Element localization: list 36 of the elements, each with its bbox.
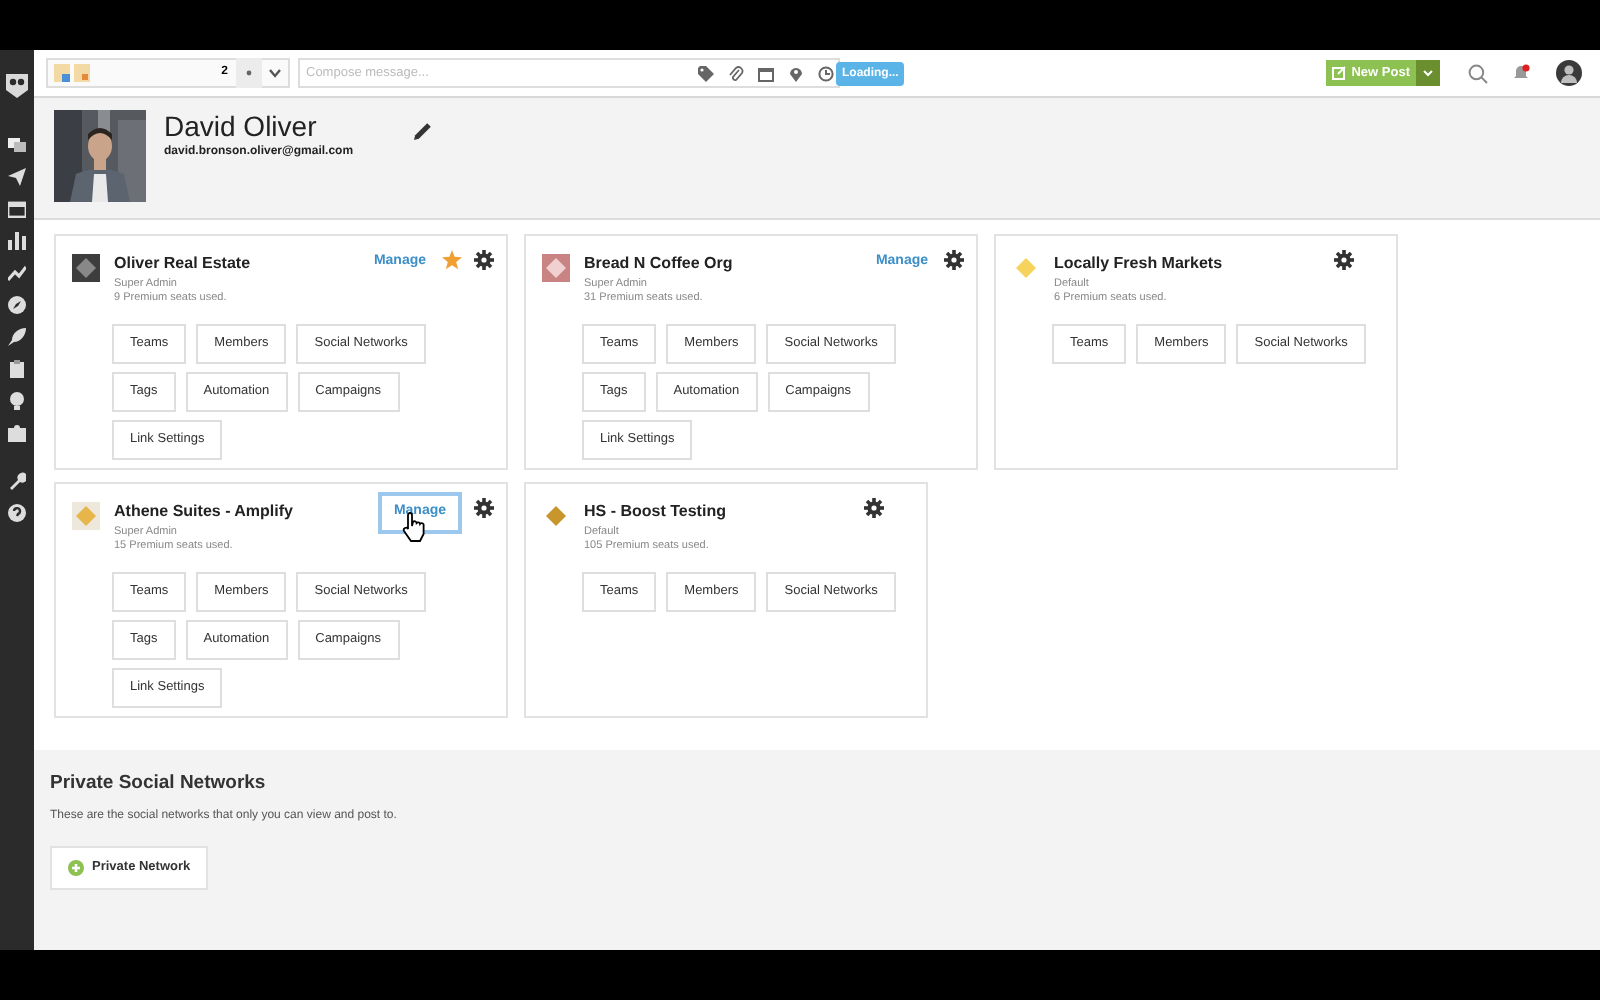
profile-avatars-icon (52, 62, 92, 84)
user-avatar-icon[interactable] (1556, 60, 1582, 86)
clipboard-icon[interactable] (8, 359, 26, 377)
bar-chart-icon[interactable] (8, 231, 26, 249)
organization-name: HS - Boost Testing (584, 500, 728, 522)
calendar-icon[interactable] (758, 65, 774, 81)
organization-name: Locally Fresh Markets (1054, 252, 1225, 274)
bulb-icon[interactable] (8, 391, 26, 409)
search-icon[interactable] (1468, 63, 1488, 83)
add-icon (68, 860, 84, 877)
settings-icon[interactable] (863, 498, 884, 518)
settings-icon[interactable] (474, 498, 494, 518)
star-icon[interactable] (442, 250, 462, 270)
tag-icon[interactable] (698, 65, 714, 81)
puzzle-icon[interactable] (8, 423, 26, 441)
new-post-menu-icon[interactable] (1416, 60, 1440, 86)
pencil-icon[interactable] (413, 122, 432, 140)
organization-name: Athene Suites - Amplify (114, 500, 295, 522)
bell-icon[interactable] (1512, 64, 1530, 82)
section-title: Private Social Networks (50, 770, 268, 798)
organization-name: Bread N Coffee Org (584, 252, 735, 274)
location-pin-icon[interactable] (788, 65, 804, 81)
streams-icon[interactable] (8, 135, 26, 153)
organization-name: Oliver Real Estate (114, 252, 253, 274)
settings-icon[interactable] (944, 250, 964, 270)
paperclip-icon[interactable] (728, 65, 744, 81)
profile-name: David Oliver (164, 110, 319, 144)
edit-icon (1331, 66, 1346, 80)
owl-logo-icon[interactable] (6, 74, 28, 98)
trend-icon[interactable] (8, 263, 26, 281)
settings-icon[interactable] (474, 250, 494, 270)
send-icon[interactable] (8, 167, 26, 185)
help-icon[interactable] (8, 503, 26, 521)
settings-icon[interactable] (1333, 250, 1354, 270)
compass-icon[interactable] (8, 295, 26, 313)
clock-icon[interactable] (818, 65, 834, 81)
